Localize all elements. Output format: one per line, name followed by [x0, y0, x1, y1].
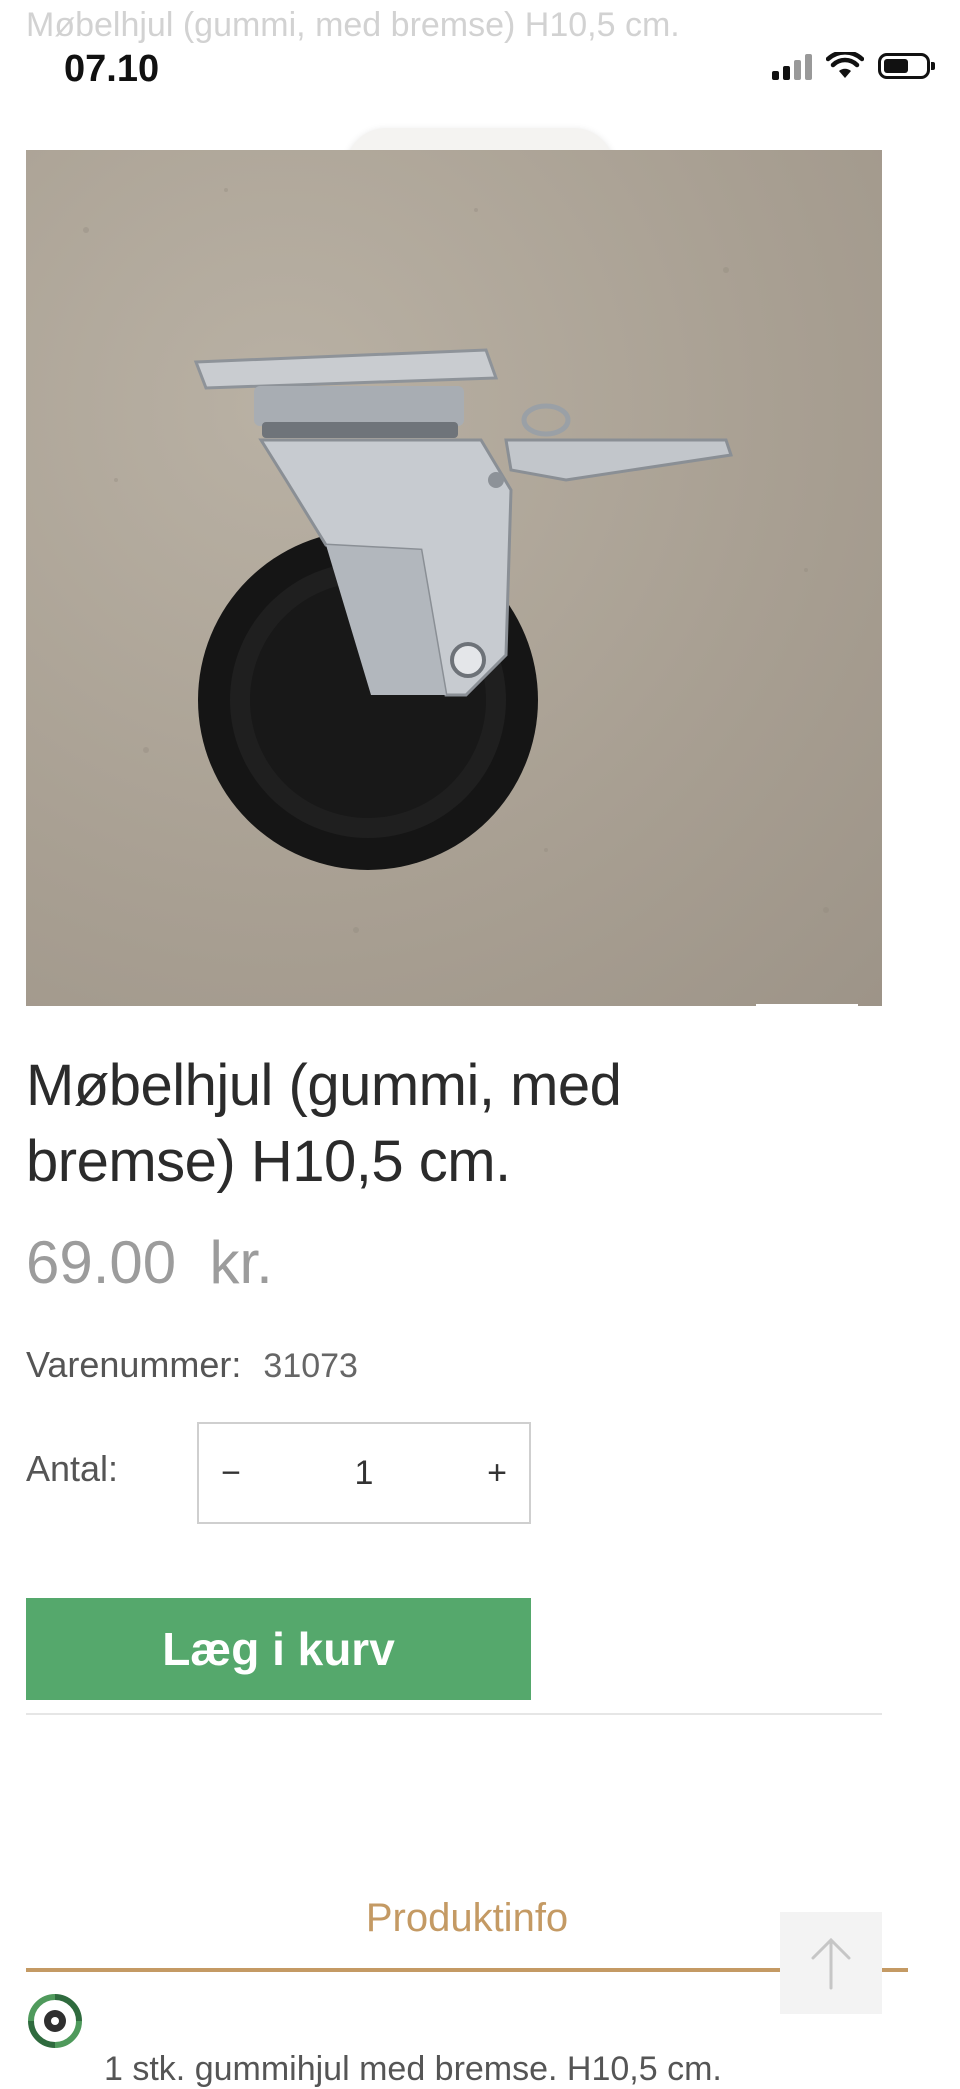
arrow-up-icon — [811, 1937, 851, 1990]
sku-value: 31073 — [263, 1347, 358, 1385]
battery-icon — [878, 53, 935, 79]
status-icons — [772, 52, 935, 80]
product-description: 1 stk. gummihjul med bremse. H10,5 cm. — [104, 2050, 722, 2088]
add-to-cart-button[interactable]: Læg i kurv — [26, 1598, 531, 1700]
recycle-icon — [19, 1985, 91, 2057]
signal-icon — [772, 52, 812, 80]
product-price: 69.00 kr. — [26, 1229, 273, 1296]
zoom-button[interactable] — [756, 1004, 858, 1006]
recycle-badge[interactable] — [10, 1976, 100, 2066]
quantity-input[interactable]: 1 — [263, 1454, 465, 1493]
quantity-label: Antal: — [26, 1448, 119, 1489]
quantity-increase-button[interactable]: + — [465, 1454, 529, 1493]
tab-underline — [26, 1968, 908, 1972]
sku-row: Varenummer: 31073 — [26, 1344, 358, 1386]
product-title: Møbelhjul (gummi, med bremse) H10,5 cm. — [26, 1053, 622, 1194]
divider — [26, 1713, 882, 1715]
quantity-stepper[interactable]: − 1 + — [197, 1422, 531, 1524]
scroll-to-top-button[interactable] — [780, 1912, 882, 2014]
sku-label: Varenummer: — [26, 1344, 242, 1385]
status-time: 07.10 — [64, 48, 160, 90]
quantity-decrease-button[interactable]: − — [199, 1454, 263, 1493]
caster-wheel-photo — [83, 188, 829, 933]
product-image[interactable] — [26, 150, 882, 1006]
expand-icon — [756, 1004, 800, 1006]
wifi-icon — [826, 52, 864, 78]
